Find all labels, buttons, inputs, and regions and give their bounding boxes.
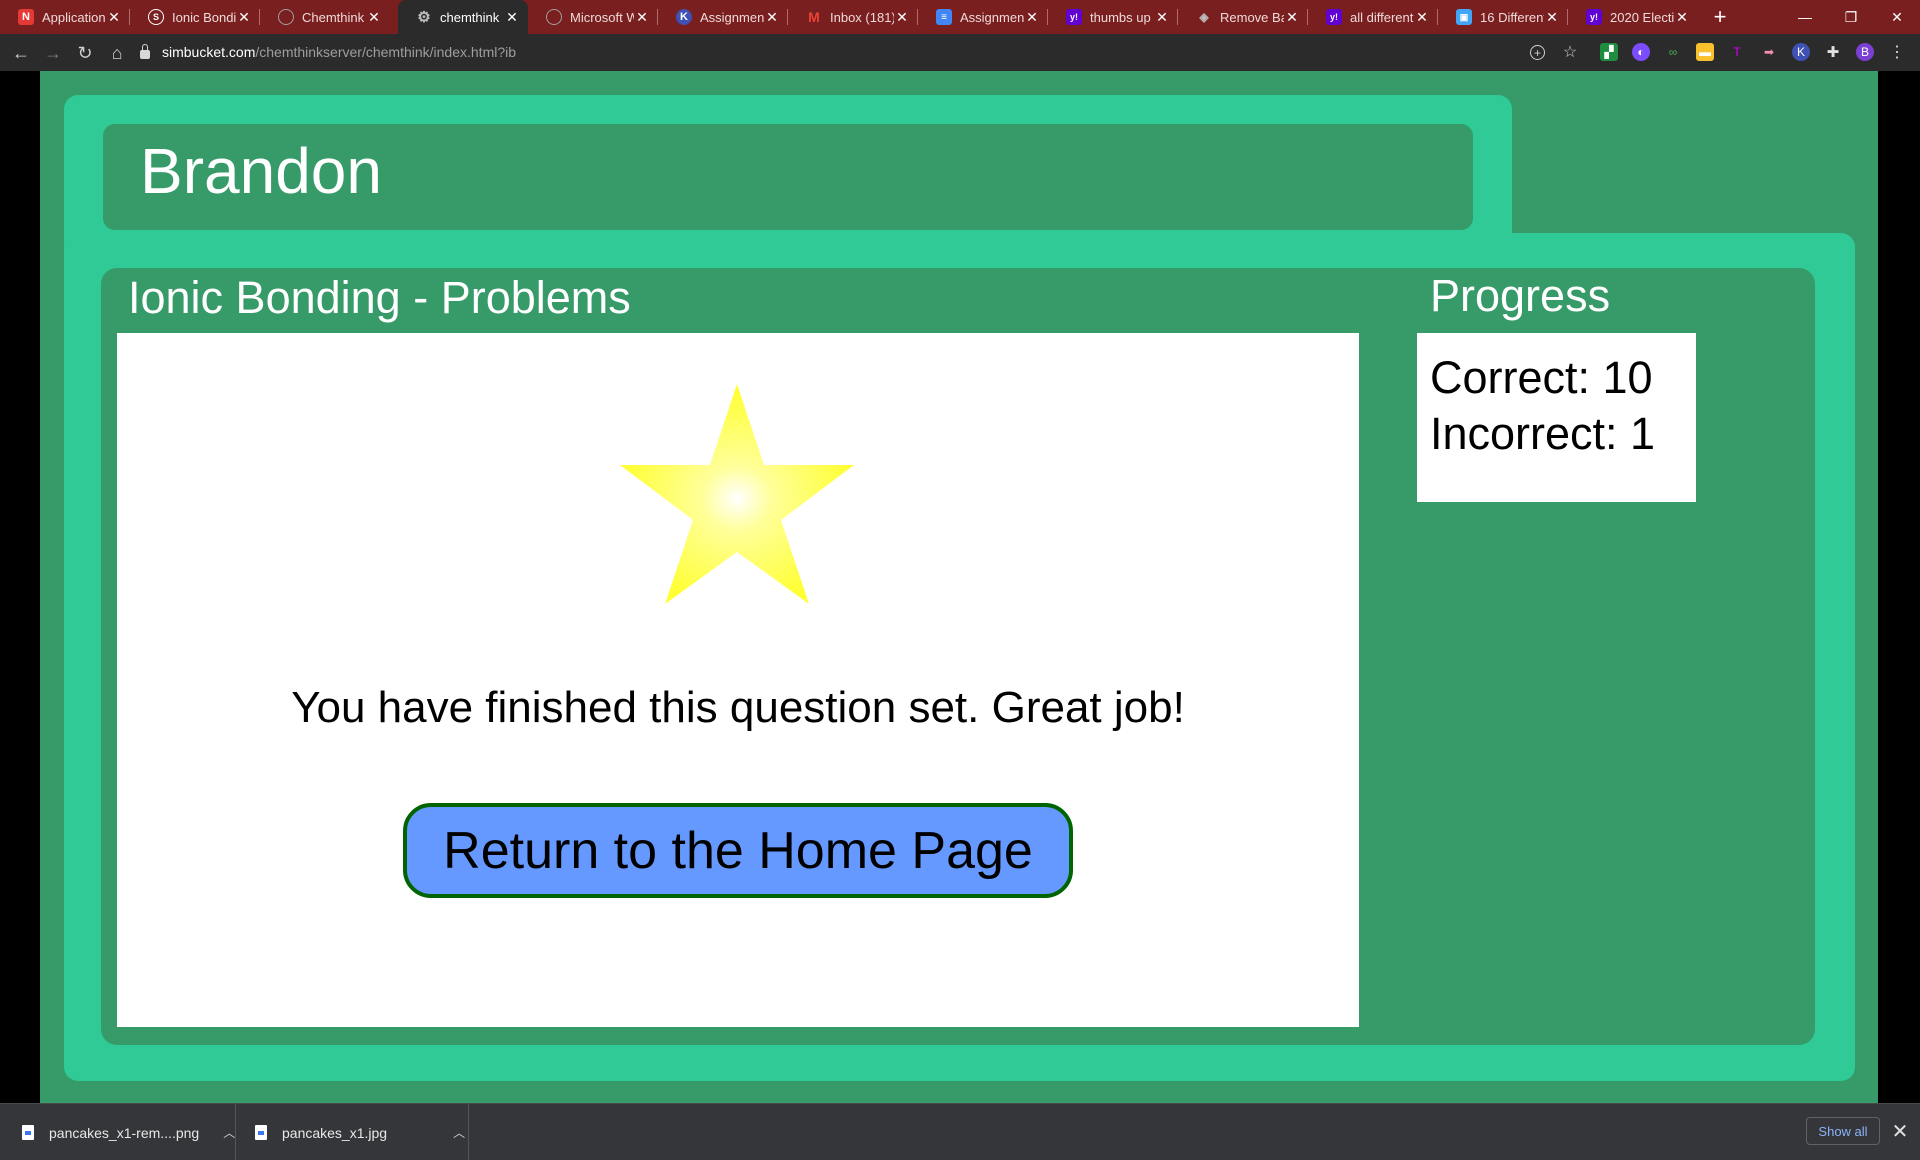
gear-icon: ⚙ <box>417 9 431 26</box>
incorrect-count: Incorrect: 1 <box>1430 408 1656 459</box>
address-bar[interactable]: simbucket.com/chemthinkserver/chemthink/… <box>140 39 516 65</box>
tab-title: 16 Different <box>1480 9 1544 25</box>
red-square-icon: N <box>18 9 34 25</box>
tab-title: chemthink <box>440 9 500 25</box>
tab-title: Applications <box>42 9 106 25</box>
close-icon[interactable]: ✕ <box>1024 9 1040 26</box>
extension-cast-icon[interactable]: ▞ <box>1600 43 1618 61</box>
download-bar: pancakes_x1-rem....png ︿ pancakes_x1.jpg… <box>0 1103 1920 1160</box>
tab-title: Assignment <box>700 9 764 25</box>
close-icon[interactable]: ✕ <box>366 9 382 26</box>
section-title: Ionic Bonding - Problems <box>128 272 631 323</box>
close-icon[interactable]: ✕ <box>1154 9 1170 26</box>
layers-icon: ◈ <box>1199 10 1209 24</box>
tab-title: Microsoft W <box>570 9 634 25</box>
tab-title: Assignment <box>960 9 1024 25</box>
url-host: simbucket.com <box>162 44 256 60</box>
image-icon: ▣ <box>1456 9 1472 25</box>
gmail-icon: M <box>808 9 820 25</box>
tab-title: Inbox (181) <box>830 9 894 25</box>
forward-arrow-icon[interactable]: → <box>38 38 68 68</box>
docs-icon: ≡ <box>936 9 952 25</box>
extension-arrow-icon[interactable]: ➡ <box>1760 43 1778 61</box>
bookmark-star-icon[interactable]: ☆ <box>1561 43 1579 61</box>
home-icon[interactable]: ⌂ <box>102 38 132 68</box>
window-close-icon[interactable]: ✕ <box>1874 0 1920 34</box>
tab-remove-bg[interactable]: ◈ Remove Bac ✕ <box>1178 0 1308 34</box>
globe-icon <box>546 9 562 25</box>
download-item[interactable]: pancakes_x1-rem....png ︿ <box>22 1104 235 1160</box>
tab-all-different[interactable]: y! all different ✕ <box>1308 0 1438 34</box>
close-icon[interactable]: ✕ <box>764 9 780 26</box>
restore-icon[interactable]: ❐ <box>1828 0 1874 34</box>
yahoo-icon: y! <box>1066 9 1082 25</box>
tab-chemthink-active[interactable]: ⚙ chemthink ✕ <box>398 0 528 34</box>
tab-inbox[interactable]: M Inbox (181) ✕ <box>788 0 918 34</box>
tab-title: Chemthink - <box>302 9 366 25</box>
close-icon[interactable]: ✕ <box>1414 9 1430 26</box>
extension-k-icon[interactable]: K <box>1792 43 1810 61</box>
minimize-icon[interactable]: — <box>1782 0 1828 34</box>
tab-title: 2020 Electio <box>1610 9 1674 25</box>
download-filename: pancakes_x1.jpg <box>282 1124 388 1141</box>
return-home-button[interactable]: Return to the Home Page <box>403 803 1073 898</box>
install-app-icon[interactable]: + <box>1530 45 1545 60</box>
yahoo-icon: y! <box>1326 9 1342 25</box>
close-icon[interactable]: ✕ <box>106 9 122 26</box>
close-icon[interactable]: ✕ <box>1284 9 1300 26</box>
tab-2020-election[interactable]: y! 2020 Electio ✕ <box>1568 0 1698 34</box>
divider <box>468 1104 469 1160</box>
s-circle-icon: S <box>148 9 164 25</box>
yahoo-icon: y! <box>1586 9 1602 25</box>
extensions-puzzle-icon[interactable]: ✚ <box>1824 43 1842 61</box>
tab-16-different[interactable]: ▣ 16 Different ✕ <box>1438 0 1568 34</box>
tab-assignment-1[interactable]: K Assignment ✕ <box>658 0 788 34</box>
tab-assignment-2[interactable]: ≡ Assignment ✕ <box>918 0 1048 34</box>
reload-icon[interactable]: ↻ <box>70 38 100 68</box>
download-item[interactable]: pancakes_x1.jpg ︿ <box>255 1104 465 1160</box>
correct-count: Correct: 10 <box>1430 352 1653 403</box>
close-icon[interactable]: ✕ <box>634 9 650 26</box>
tab-strip: N Applications ✕ S Ionic Bonding ✕ Chemt… <box>0 0 1920 34</box>
close-icon[interactable]: ✕ <box>1544 9 1560 26</box>
chevron-up-icon[interactable]: ︿ <box>453 1124 465 1141</box>
progress-title: Progress <box>1430 270 1611 321</box>
tab-thumbs-up[interactable]: y! thumbs up ✕ <box>1048 0 1178 34</box>
tab-title: thumbs up <box>1090 9 1151 25</box>
lock-icon <box>140 43 150 59</box>
tab-microsoft[interactable]: Microsoft W ✕ <box>528 0 658 34</box>
close-icon[interactable]: ✕ <box>1890 1117 1910 1145</box>
new-tab-button[interactable]: + <box>1706 0 1734 34</box>
profile-avatar[interactable]: B <box>1856 43 1874 61</box>
close-icon[interactable]: ✕ <box>1674 9 1690 26</box>
extension-link-icon[interactable]: ∞ <box>1664 43 1682 61</box>
download-filename: pancakes_x1-rem....png <box>49 1124 200 1141</box>
back-arrow-icon[interactable]: ← <box>6 38 36 68</box>
chevron-up-icon[interactable]: ︿ <box>223 1124 235 1141</box>
tab-title: Ionic Bonding <box>172 9 236 25</box>
completion-message: You have finished this question set. Gre… <box>291 683 1185 732</box>
tab-chemthink-1[interactable]: Chemthink - ✕ <box>260 0 390 34</box>
extension-purple-icon[interactable]: ◐ <box>1632 43 1650 61</box>
divider <box>235 1104 236 1160</box>
close-icon[interactable]: ✕ <box>236 9 252 26</box>
extension-note-icon[interactable]: ▬ <box>1696 43 1714 61</box>
tab-ionic-bonding[interactable]: S Ionic Bonding ✕ <box>130 0 260 34</box>
close-icon[interactable]: ✕ <box>504 9 520 26</box>
globe-icon <box>278 9 294 25</box>
file-icon <box>22 1125 34 1140</box>
tab-applications[interactable]: N Applications ✕ <box>0 0 130 34</box>
star-icon <box>620 384 854 604</box>
menu-kebab-icon[interactable]: ⋮ <box>1888 43 1906 61</box>
url-path: /chemthinkserver/chemthink/index.html?ib <box>255 44 517 60</box>
extension-t-icon[interactable]: T <box>1728 43 1746 61</box>
k-icon: K <box>676 9 692 25</box>
tab-title: all different <box>1350 9 1414 25</box>
tab-title: Remove Bac <box>1220 9 1284 25</box>
show-all-button[interactable]: Show all <box>1806 1117 1880 1145</box>
student-name: Brandon <box>140 135 382 207</box>
file-icon <box>255 1125 267 1140</box>
close-icon[interactable]: ✕ <box>894 9 910 26</box>
